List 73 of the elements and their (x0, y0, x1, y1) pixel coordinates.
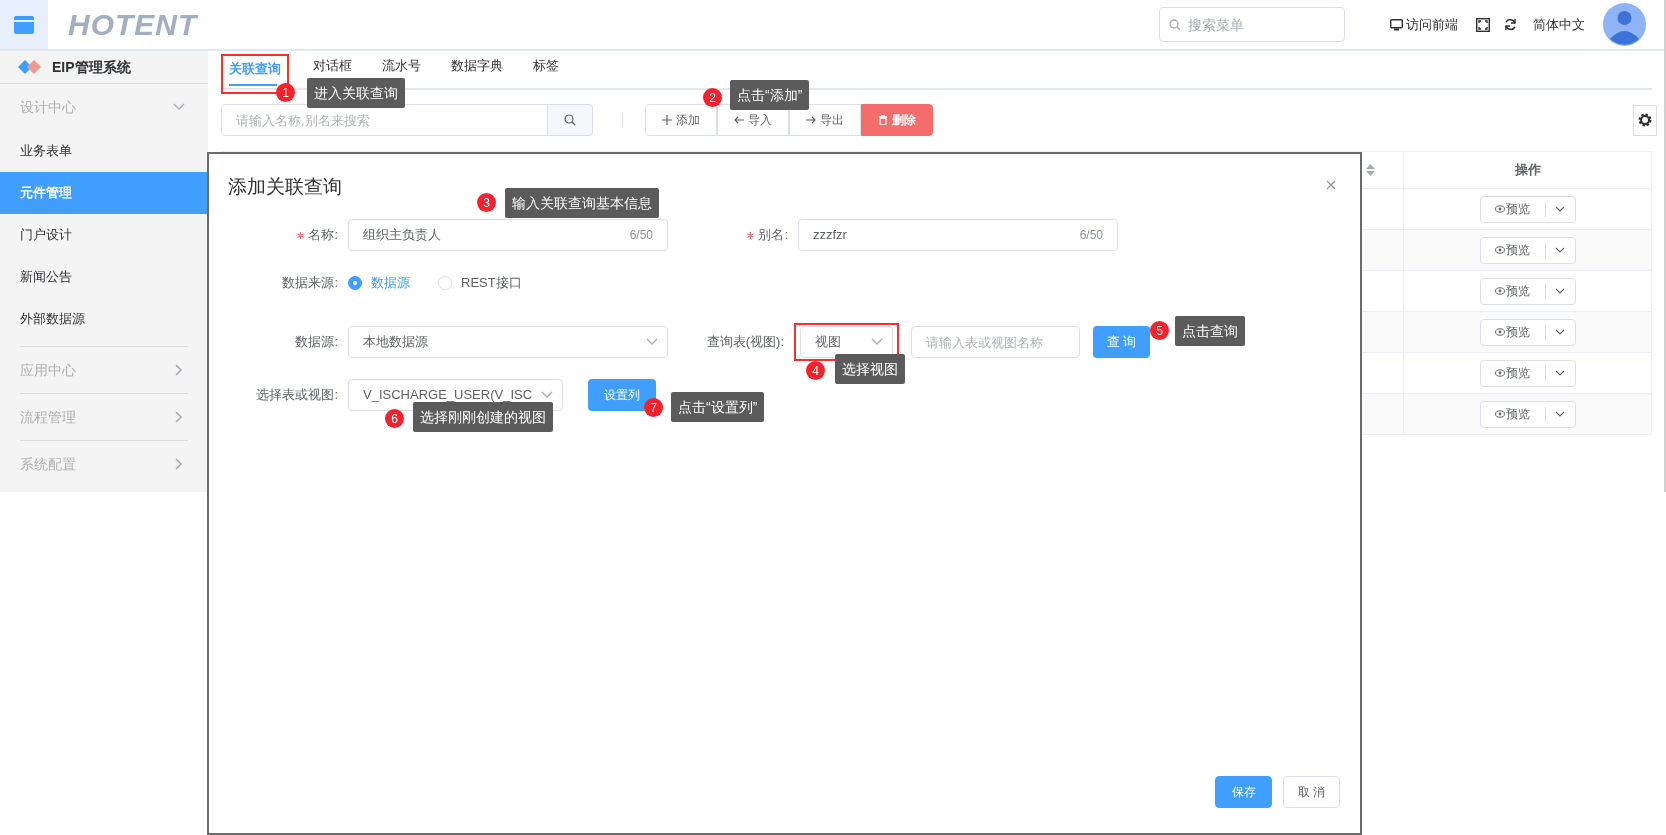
char-count: 6/50 (629, 227, 653, 244)
text-field[interactable]: zzzfzr 6/50 (798, 219, 1118, 251)
eye-icon (1495, 287, 1505, 295)
step-tooltip: 选择视图 (835, 354, 905, 384)
step-tooltip: 进入关联查询 (307, 78, 405, 108)
table-name-field[interactable]: 请输入表或视图名称 (911, 326, 1080, 358)
field-label: 选择表或视图: (256, 386, 338, 405)
eye-icon (1495, 410, 1505, 418)
radio-icon[interactable] (348, 276, 362, 290)
query-table-select[interactable]: 视图 (800, 326, 893, 358)
search-icon (1169, 19, 1181, 31)
text-field[interactable]: 组织主负责人 6/50 (348, 219, 668, 251)
eye-icon (1495, 369, 1505, 377)
arrow-right-icon (806, 115, 816, 125)
search-icon (564, 114, 576, 126)
sidebar-title: EIP管理系统 (52, 57, 131, 77)
sort-icon (1366, 164, 1375, 176)
preview-split-button[interactable]: 预览 (1479, 195, 1576, 223)
menu-toggle[interactable] (0, 0, 48, 49)
eye-icon (1495, 205, 1505, 213)
sidebar-item[interactable]: 业务表单 (0, 130, 208, 172)
close-button[interactable] (1326, 180, 1336, 190)
preview-split-button[interactable]: 预览 (1479, 400, 1576, 428)
sidebar-item[interactable]: 外部数据源 (0, 298, 208, 340)
fullscreen-button[interactable] (1476, 17, 1490, 32)
cancel-button[interactable]: 取 消 (1283, 776, 1340, 808)
char-count: 6/50 (1079, 227, 1103, 244)
step-tooltip: 点击查询 (1175, 316, 1245, 346)
step-tooltip: 选择刚刚创建的视图 (413, 402, 553, 432)
menu-search-field[interactable]: 搜索菜单 (1159, 7, 1345, 42)
step-badge: 1 (276, 83, 295, 102)
refresh-icon (1504, 18, 1517, 31)
trash-icon (878, 115, 888, 125)
settings-button[interactable] (1633, 104, 1657, 136)
dialog-title: 添加关联查询 (228, 176, 342, 197)
menu-icon (14, 15, 34, 34)
settings-icon (1638, 113, 1652, 127)
eye-icon (1495, 246, 1505, 254)
export-button[interactable]: 导出 (789, 104, 861, 136)
step-tooltip: 输入关联查询基本信息 (505, 188, 659, 218)
preview-split-button[interactable]: 预览 (1479, 236, 1576, 264)
logo: HOTENT (68, 7, 198, 43)
datasource-select[interactable]: 本地数据源 (348, 326, 668, 358)
field-label: 数据来源: (282, 274, 338, 293)
field-label: 别名: (758, 226, 788, 245)
eye-icon (1495, 328, 1505, 336)
step-tooltip: 点击“添加” (730, 80, 810, 110)
monitor-icon (1390, 18, 1403, 31)
visit-frontend-link[interactable]: 访问前端 (1390, 14, 1458, 35)
step-tooltip: 点击“设置列” (671, 392, 765, 422)
refresh-button[interactable] (1504, 18, 1517, 31)
diamond-logo-icon (18, 60, 42, 74)
add-button[interactable]: 添加 (645, 104, 717, 136)
field-label: 数据源: (295, 333, 338, 352)
table-header-cell: 操作 (1404, 152, 1652, 188)
sidebar-item[interactable]: 新闻公告 (0, 256, 208, 298)
tab[interactable]: 数据字典 (445, 52, 509, 88)
fullscreen-icon (1476, 17, 1490, 32)
radio-option[interactable]: REST接口 (438, 273, 522, 293)
avatar-icon (1603, 3, 1646, 46)
search-field[interactable]: 请输入名称,别名来搜索 (221, 104, 548, 136)
search-button[interactable] (548, 104, 593, 136)
preview-split-button[interactable]: 预览 (1479, 318, 1576, 346)
close-icon (1326, 180, 1336, 190)
sidebar-item[interactable]: 门户设计 (0, 214, 208, 256)
language-selector[interactable]: 简体中文 (1533, 14, 1585, 35)
tab[interactable]: 标签 (527, 52, 565, 88)
arrow-left-icon (734, 115, 744, 125)
preview-split-button[interactable]: 预览 (1479, 359, 1576, 387)
field-label: 名称: (308, 226, 338, 245)
preview-split-button[interactable]: 预览 (1479, 277, 1576, 305)
field-label: 查询表(视图): (706, 333, 784, 352)
plus-icon (662, 115, 672, 125)
